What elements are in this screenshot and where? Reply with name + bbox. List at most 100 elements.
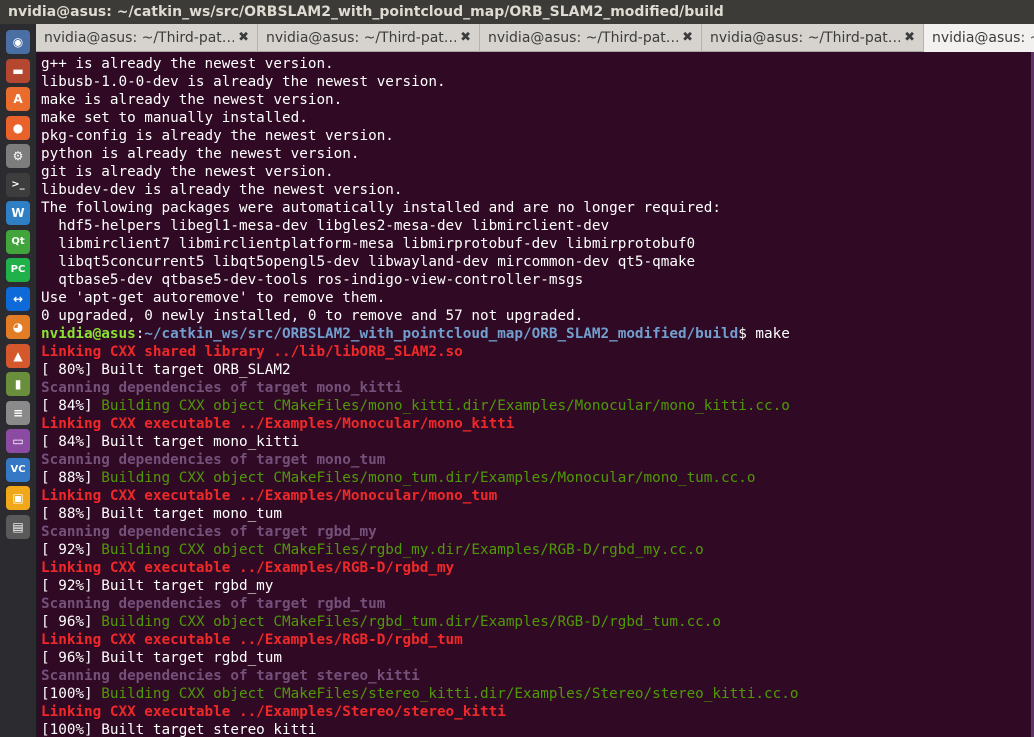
terminal-text-segment: [ 96%] Built target rgbd_tum [41,650,283,666]
terminal-text-segment: Building CXX object CMakeFiles/rgbd_tum.… [101,614,722,630]
terminal-line: [ 84%] Building CXX object CMakeFiles/mo… [41,397,1034,415]
terminal-text-segment: python is already the newest version. [41,146,360,162]
close-tab-icon[interactable]: ✖ [238,24,249,52]
terminal-tab-bar: nvidia@asus: ~/Third-pat… ✖ nvidia@asus: ~… [36,24,1034,52]
terminal-line: [ 88%] Built target mono_tum [41,505,1034,523]
terminal-tab[interactable]: nvidia@asus: ~/Third-pat… ✖ [258,24,480,52]
terminal-text-segment: Building CXX object CMakeFiles/mono_kitt… [101,398,790,414]
terminal-text-segment: The following packages were automaticall… [41,200,721,216]
terminal-text-segment: Linking CXX executable ../Examples/Stere… [41,704,506,720]
terminal-line: libqt5concurrent5 libqt5opengl5-dev libw… [41,253,1034,271]
writer-icon[interactable]: W [6,201,30,225]
terminal-line: Scanning dependencies of target rgbd_my [41,523,1034,541]
terminal-text-segment: make is already the newest version. [41,92,343,108]
terminal-text-segment: libusb-1.0-0-dev is already the newest v… [41,74,446,90]
terminal-text-segment: g++ is already the newest version. [41,56,334,72]
document-icon[interactable]: ≡ [6,400,30,425]
terminal-text-segment: Scanning dependencies of target rgbd_tum [41,596,386,612]
battery-icon[interactable]: ▮ [6,372,30,396]
settings-icon[interactable]: ⚙ [6,144,30,168]
terminal-text-segment: Scanning dependencies of target stereo_k… [41,668,420,684]
terminal-line: Scanning dependencies of target mono_tum [41,451,1034,469]
terminal-line: [ 80%] Built target ORB_SLAM2 [41,361,1034,379]
terminal-line: Linking CXX executable ../Examples/RGB-D… [41,631,1034,649]
terminal-line: [ 96%] Built target rgbd_tum [41,649,1034,667]
ubuntu-dash-icon[interactable]: ◉ [6,30,30,54]
software-center-icon[interactable]: A [6,87,30,111]
matlab-icon[interactable]: ▲ [6,343,30,368]
terminal-text-segment: [100%] Built target stereo_kitti [41,722,317,737]
terminal-line: [ 88%] Building CXX object CMakeFiles/mo… [41,469,1034,487]
terminal-line: Linking CXX executable ../Examples/RGB-D… [41,559,1034,577]
terminal-line: 0 upgraded, 0 newly installed, 0 to remo… [41,307,1034,325]
terminal-text-segment: qtbase5-dev qtbase5-dev-tools ros-indigo… [41,272,584,288]
terminal-line: Linking CXX executable ../Examples/Stere… [41,703,1034,721]
terminal-output[interactable]: g++ is already the newest version. libusb… [37,52,1034,737]
terminal-line: [100%] Built target stereo_kitti [41,721,1034,737]
unity-launcher: ◉ ▬ A ● ⚙ >_ W Qt PC ↔ ◕ ▲ ▮ ≡ ▭ VC ▣ ▤ [0,24,37,737]
terminal-text-segment: Building CXX object CMakeFiles/rgbd_my.d… [101,542,704,558]
firefox-icon[interactable]: ● [6,115,30,140]
terminal-line: g++ is already the newest version. [41,55,1034,73]
qt-creator-icon[interactable]: Qt [6,229,30,254]
terminal-line: [ 92%] Building CXX object CMakeFiles/rg… [41,541,1034,559]
terminal-tab[interactable]: nvidia@asus: ~/ [924,24,1034,52]
terminal-text-segment: [ 88%] Built target mono_tum [41,506,283,522]
terminal-tab[interactable]: nvidia@asus: ~/Third-pat… ✖ [36,24,258,52]
blender-icon[interactable]: ◕ [6,315,30,339]
terminal-line: nvidia@asus:~/catkin_ws/src/ORBSLAM2_wit… [41,325,1034,343]
terminal-line: git is already the newest version. [41,163,1034,181]
terminal-text-segment: nvidia@asus [41,326,136,342]
terminal-text-segment: [100%] [41,686,102,702]
terminal-text-segment: Scanning dependencies of target rgbd_my [41,524,377,540]
terminal-text-segment: Use 'apt-get autoremove' to remove them. [41,290,386,306]
terminal-icon[interactable]: >_ [6,172,30,197]
terminal-line: [ 96%] Building CXX object CMakeFiles/rg… [41,613,1034,631]
terminal-text-segment: pkg-config is already the newest version… [41,128,394,144]
terminal-text-segment: libmirclient7 libmirclientplatform-mesa … [41,236,696,252]
terminal-line: Scanning dependencies of target rgbd_tum [41,595,1034,613]
terminal-text-segment: git is already the newest version. [41,164,334,180]
terminal-text-segment: libudev-dev is already the newest versio… [41,182,403,198]
close-tab-icon[interactable]: ✖ [904,24,915,52]
terminal-text-segment: [ 88%] [41,470,102,486]
terminal-text-segment: Scanning dependencies of target mono_tum [41,452,386,468]
terminal-text-segment: Linking CXX executable ../Examples/RGB-D… [41,632,463,648]
close-tab-icon[interactable]: ✖ [460,24,471,52]
terminal-line: Linking CXX executable ../Examples/Monoc… [41,415,1034,433]
terminal-tab[interactable]: nvidia@asus: ~/Third-pat… ✖ [480,24,702,52]
pycharm-icon[interactable]: PC [6,258,30,282]
terminal-line: libudev-dev is already the newest versio… [41,181,1034,199]
terminal-line: Linking CXX executable ../Examples/Monoc… [41,487,1034,505]
terminal-text-segment: [ 92%] [41,542,102,558]
terminal-text-segment: ~/catkin_ws/src/ORBSLAM2_with_pointcloud… [144,326,739,342]
terminal-tab[interactable]: nvidia@asus: ~/Third-pat… ✖ [702,24,924,52]
terminal-line: qtbase5-dev qtbase5-dev-tools ros-indigo… [41,271,1034,289]
teamviewer-icon[interactable]: ↔ [6,286,30,311]
terminal-text-segment: : [135,326,145,342]
terminal-text-segment: [ 84%] [41,398,102,414]
terminal-text-segment: libqt5concurrent5 libqt5opengl5-dev libw… [41,254,696,270]
virtualbox-icon[interactable]: ▣ [6,486,30,510]
terminal-text-segment: make set to manually installed. [41,110,308,126]
terminal-text-segment: [ 92%] Built target rgbd_my [41,578,274,594]
terminal-text-segment: Building CXX object CMakeFiles/stereo_ki… [101,686,799,702]
terminal-text-segment: Linking CXX executable ../Examples/RGB-D… [41,560,455,576]
terminal-text-segment: Linking CXX shared library ../lib/libORB… [41,344,463,360]
terminal-line: [ 92%] Built target rgbd_my [41,577,1034,595]
tab-label: nvidia@asus: ~/ [932,30,1034,46]
terminal-text-segment: [ 84%] Built target mono_kitti [41,434,300,450]
window-icon[interactable]: ▭ [6,429,30,453]
terminal-line: [100%] Building CXX object CMakeFiles/st… [41,685,1034,703]
terminal-line: hdf5-helpers libegl1-mesa-dev libgles2-m… [41,217,1034,235]
close-tab-icon[interactable]: ✖ [682,24,693,52]
files-icon[interactable]: ▬ [6,58,30,83]
workspace-icon[interactable]: ▤ [6,514,30,539]
terminal-text-segment: Scanning dependencies of target mono_kit… [41,380,403,396]
vscode-icon[interactable]: VC [6,457,30,482]
terminal-line: libmirclient7 libmirclientplatform-mesa … [41,235,1034,253]
terminal-line: Use 'apt-get autoremove' to remove them. [41,289,1034,307]
tab-label: nvidia@asus: ~/Third-pat… [710,30,900,46]
window-title: nvidia@asus: ~/catkin_ws/src/ORBSLAM2_wi… [0,0,1034,24]
terminal-text-segment: 0 upgraded, 0 newly installed, 0 to remo… [41,308,584,324]
